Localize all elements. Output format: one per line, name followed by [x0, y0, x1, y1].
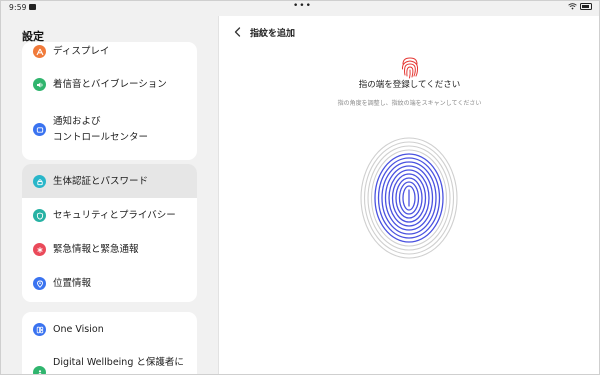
settings-group-1: ディスプレイ 着信音とバイブレーション 通知および コントロールセンター [22, 42, 197, 160]
one-vision-icon [33, 323, 46, 336]
location-pin-icon [33, 277, 46, 290]
sidebar-item-label: 緊急情報と緊急通報 [53, 244, 139, 255]
sidebar-item-label: ディスプレイ [53, 46, 110, 57]
sidebar-item-emergency[interactable]: 緊急情報と緊急通報 [22, 232, 197, 266]
enroll-instruction: 指の端を登録してください [358, 80, 461, 90]
settings-group-3: One Vision Digital Wellbeing と保護者に [22, 312, 197, 375]
sidebar-item-security[interactable]: セキュリティとプライバシー [22, 198, 197, 232]
back-arrow-icon[interactable] [231, 25, 245, 39]
settings-group-2: 生体認証とパスワード セキュリティとプライバシー 緊急情報と緊急通報 位置情報 [22, 164, 197, 302]
sidebar-item-one-vision[interactable]: One Vision [22, 312, 197, 346]
wifi-icon [568, 3, 577, 10]
sidebar-item-label: 着信音とバイブレーション [53, 79, 167, 90]
sidebar-item-biometrics[interactable]: 生体認証とパスワード [22, 164, 197, 198]
sidebar-item-notifications[interactable]: 通知および コントロールセンター [22, 104, 197, 154]
asterisk-icon [33, 243, 46, 256]
settings-sidebar: 設定 ディスプレイ 着信音とバイブレーション 通知および コントロールセンター [0, 16, 218, 375]
sidebar-item-label: One Vision [53, 324, 104, 335]
sidebar-item-digital-wellbeing[interactable]: Digital Wellbeing と保護者に [22, 346, 197, 375]
sidebar-item-label-line1: 通知および [53, 116, 101, 127]
sidebar-item-label-line2: コントロールセンター [53, 132, 149, 143]
wellbeing-icon [33, 366, 46, 375]
fingerprint-icon [401, 57, 419, 79]
page-title: 指紋を追加 [250, 29, 296, 39]
display-icon [33, 45, 46, 58]
add-fingerprint-panel: 指紋を追加 指の端を登録してください 指の角度を調整し、指紋の端をスキャンしてく… [219, 16, 600, 375]
lock-icon [33, 175, 46, 188]
status-icons [568, 3, 592, 10]
sidebar-item-label: 生体認証とパスワード [53, 176, 149, 187]
notification-icon [29, 4, 36, 10]
sidebar-item-label: 位置情報 [53, 278, 92, 289]
shield-icon [33, 209, 46, 222]
sidebar-item-sound[interactable]: 着信音とバイブレーション [22, 70, 197, 100]
notification-center-icon [33, 123, 46, 136]
multitasking-dots-icon[interactable]: ••• [293, 1, 312, 11]
speaker-icon [33, 78, 46, 91]
sidebar-item-display[interactable]: ディスプレイ [22, 42, 197, 64]
sidebar-item-label: セキュリティとプライバシー [53, 210, 176, 221]
fingerprint-sensor-graphic[interactable] [359, 136, 459, 260]
battery-icon [580, 3, 592, 10]
enroll-sub-instruction: 指の角度を調整し、指紋の端をスキャンしてください [337, 100, 482, 107]
status-time: 9:59 [9, 3, 27, 12]
sidebar-item-label: Digital Wellbeing と保護者に [53, 357, 184, 368]
status-bar: 9:59 ••• [0, 0, 600, 16]
sidebar-item-location[interactable]: 位置情報 [22, 266, 197, 300]
